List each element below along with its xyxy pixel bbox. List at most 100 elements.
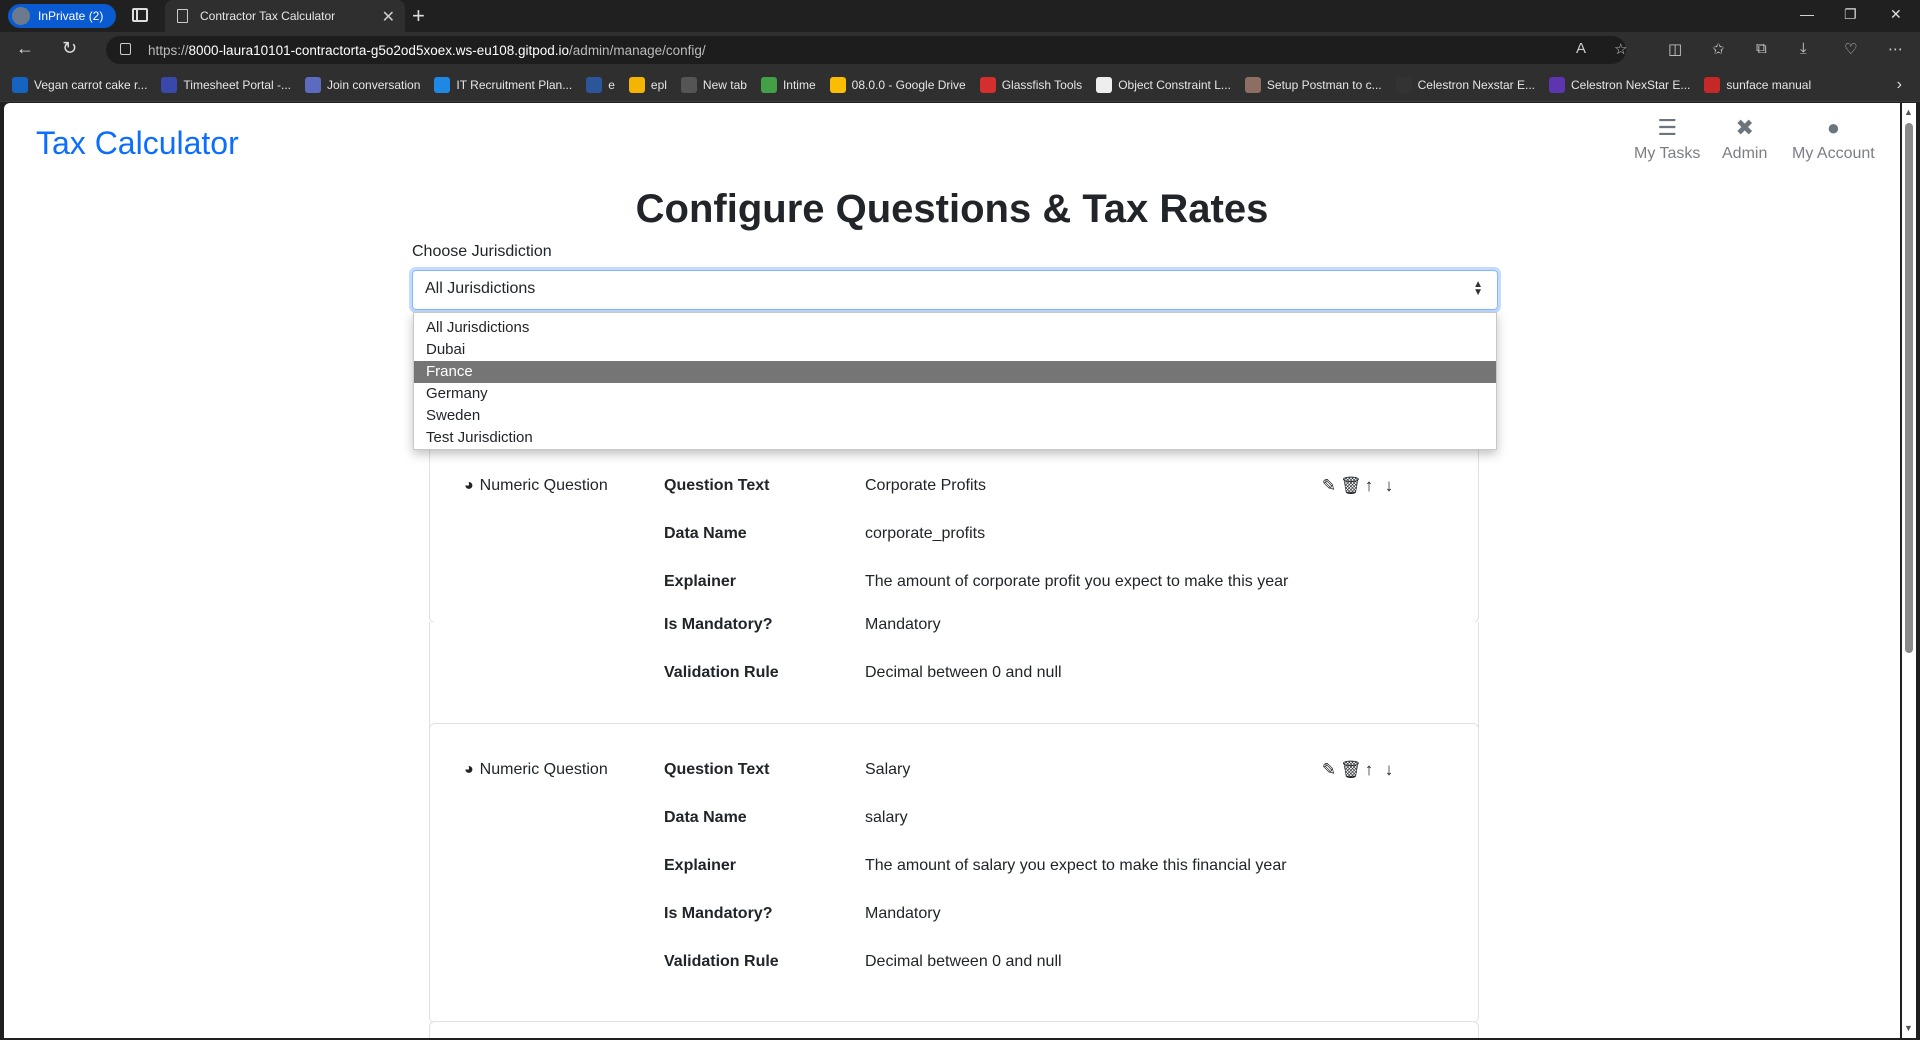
bookmark-item[interactable]: New tab	[680, 76, 747, 93]
jurisdiction-select[interactable]: All Jurisdictions ▲ ▼	[412, 270, 1498, 310]
refresh-icon[interactable]: ↻	[62, 38, 77, 59]
bookmark-item[interactable]: Setup Postman to c...	[1244, 76, 1382, 93]
bookmark-favicon	[1244, 76, 1261, 93]
jurisdiction-option[interactable]: Dubai	[414, 339, 1496, 361]
bookmark-label: Celestron NexStar E...	[1571, 77, 1691, 92]
field-label: Explainer	[664, 857, 737, 874]
edit-icon[interactable]: ✎	[1320, 760, 1338, 780]
brand-logo[interactable]: Tax Calculator	[36, 125, 239, 162]
field-value: Mandatory	[865, 616, 941, 633]
list-icon: ☰	[1657, 115, 1678, 140]
bookmark-label: epl	[650, 77, 667, 92]
scroll-down-icon[interactable]: ▼	[1904, 1023, 1913, 1033]
question-type-label: Numeric Question	[479, 477, 608, 494]
bookmark-item[interactable]: Timesheet Portal -...	[161, 76, 291, 93]
trash-icon[interactable]: 🗑	[1340, 476, 1362, 496]
question-actions: ✎ 🗑 ↑ ↓	[1320, 476, 1398, 496]
minimize-icon[interactable]: —	[1800, 6, 1814, 22]
settings-more-icon[interactable]: ⋯	[1888, 40, 1903, 58]
bookmark-item[interactable]: Intime	[760, 76, 816, 93]
favorite-star-icon[interactable]: ☆	[1614, 40, 1627, 58]
arrow-down-icon[interactable]: ↓	[1380, 760, 1398, 780]
bookmark-label: Glassfish Tools	[1001, 77, 1083, 92]
address-field[interactable]: https://8000-laura10101-contractorta-g5o…	[106, 36, 1626, 64]
scroll-up-icon[interactable]: ▲	[1904, 107, 1913, 117]
page-viewport: Tax Calculator ☰ My Tasks ✖ Admin ● My A…	[4, 103, 1900, 1038]
jurisdiction-option[interactable]: All Jurisdictions	[414, 317, 1496, 339]
bookmark-item[interactable]: sunface manual	[1704, 76, 1811, 93]
bookmark-item[interactable]: Object Constraint L...	[1096, 76, 1231, 93]
close-tab-icon[interactable]: ✕	[382, 7, 395, 27]
restore-icon[interactable]: ❐	[1844, 6, 1857, 23]
field-value: Corporate Profits	[865, 477, 986, 494]
field-label: Question Text	[664, 761, 770, 778]
chevron-right-icon[interactable]: ›	[1897, 76, 1902, 94]
field-value: corporate_profits	[865, 525, 986, 542]
bookmark-item[interactable]: IT Recruitment Plan...	[434, 76, 572, 93]
field-label: Is Mandatory?	[664, 616, 773, 633]
trash-icon[interactable]: 🗑	[1340, 760, 1362, 780]
page-scrollbar[interactable]: ▲ ▼	[1902, 103, 1916, 1038]
scrollbar-thumb[interactable]	[1905, 123, 1913, 653]
bookmark-label: Timesheet Portal -...	[183, 77, 291, 92]
nav-my-account[interactable]: ● My Account	[1792, 115, 1875, 163]
field-label: Explainer	[664, 573, 737, 590]
bookmark-item[interactable]: e	[586, 76, 615, 93]
url-host: 8000-laura10101-contractorta-g5o2od5xoex…	[188, 42, 570, 58]
profile-label: InPrivate (2)	[38, 9, 104, 23]
lock-icon	[120, 43, 131, 55]
question-card: ◕ Numeric Question ✎ 🗑 ↑ ↓ Question Text…	[429, 723, 1479, 1023]
pie-chart-icon: ◕	[464, 477, 474, 494]
select-arrows-icon: ▲ ▼	[1473, 279, 1483, 298]
url-path: /admin/manage/config/	[569, 42, 706, 58]
read-aloud-icon[interactable]: A	[1576, 40, 1586, 57]
bookmark-label: Intime	[782, 77, 816, 92]
new-tab-icon[interactable]: +	[412, 3, 425, 29]
arrow-down-icon[interactable]: ↓	[1380, 476, 1398, 496]
back-icon[interactable]: ←	[16, 38, 34, 59]
url-prefix: https://	[148, 42, 189, 58]
bookmark-favicon	[760, 76, 777, 93]
field-label: Is Mandatory?	[664, 905, 773, 922]
bookmark-item[interactable]: 08.0.0 - Google Drive	[829, 76, 966, 93]
bookmark-item[interactable]: Join conversation	[305, 76, 421, 93]
split-screen-icon[interactable]: ◫	[1668, 40, 1682, 58]
jurisdiction-option[interactable]: Test Jurisdiction	[414, 427, 1496, 449]
favorites-icon[interactable]: ✩	[1712, 40, 1725, 58]
bookmark-favicon	[680, 76, 697, 93]
nav-label: My Tasks	[1634, 145, 1701, 162]
bookmark-label: e	[608, 77, 615, 92]
bookmark-item[interactable]: Glassfish Tools	[979, 76, 1083, 93]
tab-actions-icon[interactable]	[132, 8, 148, 22]
jurisdiction-option[interactable]: Sweden	[414, 405, 1496, 427]
question-actions: ✎ 🗑 ↑ ↓	[1320, 760, 1398, 780]
bookmark-item[interactable]: Celestron NexStar E...	[1549, 76, 1691, 93]
profile-button[interactable]: InPrivate (2)	[8, 4, 116, 28]
field-value: Decimal between 0 and null	[865, 664, 1062, 681]
jurisdiction-selected-value: All Jurisdictions	[425, 280, 536, 297]
bookmark-item[interactable]: Celestron Nexstar E...	[1395, 76, 1535, 93]
browser-essentials-icon[interactable]: ♡	[1844, 40, 1857, 58]
nav-admin[interactable]: ✖ Admin	[1722, 115, 1767, 163]
nav-my-tasks[interactable]: ☰ My Tasks	[1634, 115, 1700, 163]
field-label: Data Name	[664, 809, 747, 826]
bookmark-item[interactable]: epl	[628, 76, 667, 93]
close-window-icon[interactable]: ✕	[1890, 6, 1902, 23]
field-value: Decimal between 0 and null	[865, 953, 1062, 970]
jurisdiction-option[interactable]: Germany	[414, 383, 1496, 405]
jurisdiction-option-highlighted[interactable]: France	[414, 361, 1496, 383]
browser-tab[interactable]: Contractor Tax Calculator ✕	[165, 0, 405, 32]
collections-icon[interactable]: ⧉	[1756, 40, 1767, 57]
arrow-up-icon[interactable]: ↑	[1360, 760, 1378, 780]
field-label: Validation Rule	[664, 953, 779, 970]
bookmark-label: Join conversation	[327, 77, 421, 92]
bookmark-favicon	[628, 76, 645, 93]
field-value: Salary	[865, 761, 911, 778]
bookmark-item[interactable]: Vegan carrot cake r...	[12, 76, 147, 93]
bookmark-favicon	[1395, 76, 1412, 93]
bookmark-favicon	[979, 76, 996, 93]
edit-icon[interactable]: ✎	[1320, 476, 1338, 496]
bookmark-favicon	[1704, 76, 1721, 93]
arrow-up-icon[interactable]: ↑	[1360, 476, 1378, 496]
downloads-icon[interactable]: ⤓	[1800, 40, 1807, 57]
